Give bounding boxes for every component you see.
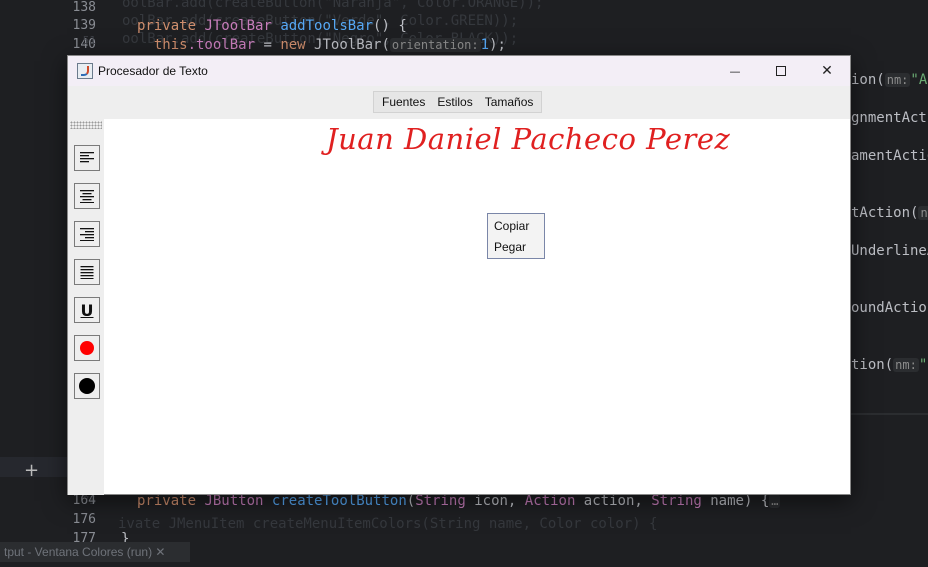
align-right-icon <box>80 228 94 241</box>
align-center-button[interactable] <box>74 183 100 209</box>
type-name: JToolBar <box>204 18 272 34</box>
align-right-button[interactable] <box>74 221 100 247</box>
align-left-button[interactable] <box>74 145 100 171</box>
toolbar-drag-handle[interactable] <box>70 121 102 129</box>
number-literal: 1 <box>480 37 490 53</box>
context-popup-menu: Copiar Pegar <box>487 213 545 259</box>
line-number: 138 <box>72 0 96 15</box>
parameter: icon, <box>465 493 525 509</box>
close-icon: ✕ <box>821 63 833 79</box>
parameter: name) { <box>701 493 770 509</box>
title-bar[interactable]: Procesador de Texto — ✕ <box>68 56 850 86</box>
type-name: JToolBar <box>314 37 382 53</box>
underline-icon: U <box>80 300 94 320</box>
align-center-icon <box>80 190 94 203</box>
parameter: action, <box>575 493 652 509</box>
close-button[interactable]: ✕ <box>804 56 850 86</box>
maximize-icon <box>776 66 786 76</box>
close-icon[interactable]: ✕ <box>155 545 165 559</box>
tools-toolbar: U <box>68 119 104 495</box>
minimize-icon: — <box>729 64 741 78</box>
align-justify-button[interactable] <box>74 259 100 285</box>
keyword: this <box>153 37 188 53</box>
faded-code-line: ivate JMenuItem createMenuItemColors(Str… <box>118 516 658 532</box>
line-number: 51 <box>82 34 96 47</box>
popup-item-copiar[interactable]: Copiar <box>488 216 544 237</box>
align-left-icon <box>80 152 94 163</box>
window-controls: — ✕ <box>712 56 850 86</box>
field-name: .toolBar <box>187 37 256 53</box>
method-name: addToolsBar <box>280 18 374 34</box>
keyword: private <box>137 493 197 509</box>
minimize-button[interactable]: — <box>712 56 758 86</box>
menu-bar-row: Fuentes Estilos Tamaños <box>68 86 850 119</box>
folded-code-marker[interactable]: … <box>769 494 781 508</box>
add-icon[interactable]: + <box>24 460 39 481</box>
menu-estilos[interactable]: Estilos <box>431 92 478 112</box>
code-punctuation: ); <box>489 37 506 53</box>
menu-fuentes[interactable]: Fuentes <box>376 92 431 112</box>
run-output-tab[interactable]: tput - Ventana Colores (run) ✕ <box>0 542 190 562</box>
red-color-button[interactable] <box>74 335 100 361</box>
menu-bar: Fuentes Estilos Tamaños <box>373 91 543 113</box>
menu-tamanos[interactable]: Tamaños <box>479 92 540 112</box>
code-line-139[interactable]: private JToolBar addToolsBar() { <box>137 17 407 35</box>
code-fragment: gnmentActio <box>851 110 928 126</box>
code-fragment: ion(nm:"A la <box>851 72 928 88</box>
code-punctuation: () { <box>373 18 407 34</box>
text-processor-window[interactable]: Procesador de Texto — ✕ Fuentes Estilos … <box>67 55 851 495</box>
align-justify-icon <box>80 266 94 279</box>
code-line-140[interactable]: this.toolBar = new JToolBar(orientation:… <box>137 36 506 54</box>
red-color-icon <box>80 341 94 355</box>
faded-code-line: oolBar.add(createButton("Naranja", Color… <box>122 0 544 11</box>
keyword: new <box>280 37 306 53</box>
document-text[interactable]: Juan Daniel Pacheco Perez <box>326 122 730 156</box>
type-name: String <box>415 493 466 509</box>
operator: = <box>255 37 281 53</box>
keyword: private <box>137 18 197 34</box>
maximize-button[interactable] <box>758 56 804 86</box>
code-fragment: tion(nm:"Ne <box>851 357 928 373</box>
type-name: JButton <box>204 493 264 509</box>
method-name: createToolButton <box>271 493 407 509</box>
code-punctuation: ( <box>381 37 390 53</box>
line-number: 176 <box>72 512 96 527</box>
code-fragment: tAction(nm: <box>851 204 928 222</box>
code-fragment: UnderlineAc <box>851 243 928 259</box>
code-fragment: amentActio <box>851 148 928 164</box>
type-name: String <box>651 493 702 509</box>
code-fragment: oundAction( <box>851 300 928 316</box>
parameter-hint: orientation: <box>389 38 481 52</box>
java-app-icon <box>77 63 93 79</box>
text-editor-area[interactable]: Juan Daniel Pacheco Perez Copiar Pegar <box>104 119 850 494</box>
underline-button[interactable]: U <box>74 297 100 323</box>
editor-divider <box>851 413 928 415</box>
popup-item-pegar[interactable]: Pegar <box>488 237 544 258</box>
window-title: Procesador de Texto <box>98 64 208 78</box>
black-color-icon <box>79 378 95 394</box>
run-output-tab-label: tput - Ventana Colores (run) <box>4 545 153 559</box>
type-name: Action <box>524 493 576 509</box>
black-color-button[interactable] <box>74 373 100 399</box>
